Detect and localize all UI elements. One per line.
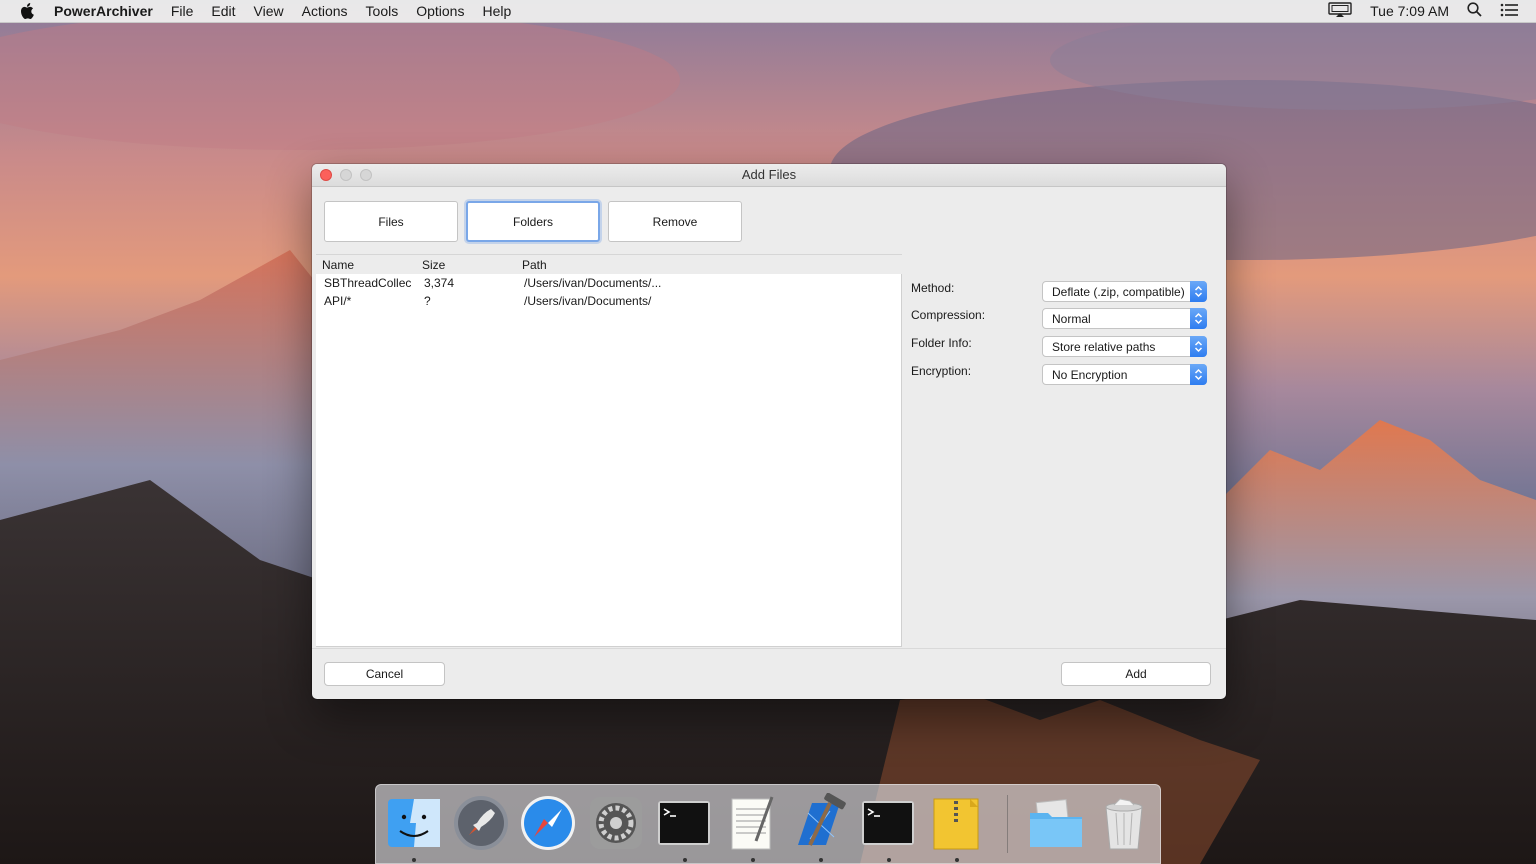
menu-app-name[interactable]: PowerArchiver <box>54 3 153 19</box>
table-row[interactable]: SBThreadCollec 3,374 /Users/ivan/Documen… <box>316 274 901 292</box>
folders-button[interactable]: Folders <box>466 201 600 242</box>
window-title: Add Files <box>741 167 797 182</box>
chevron-updown-icon <box>1190 281 1207 302</box>
running-indicator <box>683 858 687 862</box>
cell-path: /Users/ivan/Documents/ <box>524 294 652 308</box>
menu-edit[interactable]: Edit <box>211 3 235 19</box>
method-label: Method: <box>911 281 955 295</box>
column-header-name[interactable]: Name <box>322 258 354 272</box>
chevron-updown-icon <box>1190 364 1207 385</box>
cancel-button[interactable]: Cancel <box>324 662 445 686</box>
encryption-select[interactable]: No Encryption <box>1042 364 1207 385</box>
compression-value: Normal <box>1052 312 1091 326</box>
trash-icon[interactable] <box>1094 793 1154 853</box>
cell-size: 3,374 <box>424 276 455 290</box>
column-header-path[interactable]: Path <box>522 258 547 272</box>
menu-tools[interactable]: Tools <box>366 3 399 19</box>
textedit-icon[interactable] <box>722 793 782 853</box>
folder-info-select[interactable]: Store relative paths <box>1042 336 1207 357</box>
airplay-display-icon[interactable] <box>1328 1 1352 21</box>
spotlight-search-icon[interactable] <box>1467 2 1482 20</box>
dock-divider <box>1007 795 1008 853</box>
add-files-window: Add Files Files Folders Remove Name Size… <box>312 164 1226 699</box>
encryption-label: Encryption: <box>911 364 972 378</box>
archive-utility-icon[interactable] <box>926 793 986 853</box>
folder-info-label: Folder Info: <box>911 336 972 350</box>
method-select[interactable]: Deflate (.zip, compatible) <box>1042 281 1207 302</box>
encryption-value: No Encryption <box>1052 368 1128 382</box>
menu-file[interactable]: File <box>171 3 194 19</box>
menu-view[interactable]: View <box>254 3 284 19</box>
running-indicator <box>887 858 891 862</box>
terminal-icon[interactable] <box>654 793 714 853</box>
compression-select[interactable]: Normal <box>1042 308 1207 329</box>
system-preferences-icon[interactable] <box>586 793 646 853</box>
compression-label: Compression: <box>911 308 986 322</box>
downloads-folder-icon[interactable] <box>1026 793 1086 853</box>
table-header: Name Size Path <box>316 255 902 274</box>
menu-bar: PowerArchiver File Edit View Actions Too… <box>0 0 1536 23</box>
dock <box>375 784 1161 864</box>
terminal-icon[interactable] <box>858 793 918 853</box>
running-indicator <box>955 858 959 862</box>
table-row[interactable]: API/* ? /Users/ivan/Documents/ <box>316 292 901 310</box>
xcode-icon[interactable] <box>790 792 850 853</box>
safari-icon[interactable] <box>518 793 578 853</box>
footer-divider <box>312 648 1226 649</box>
folder-info-value: Store relative paths <box>1052 340 1156 354</box>
cell-size: ? <box>424 294 431 308</box>
chevron-updown-icon <box>1190 336 1207 357</box>
running-indicator <box>751 858 755 862</box>
menu-clock[interactable]: Tue 7:09 AM <box>1370 3 1449 19</box>
menu-help[interactable]: Help <box>482 3 511 19</box>
chevron-updown-icon <box>1190 308 1207 329</box>
method-value: Deflate (.zip, compatible) <box>1052 285 1185 299</box>
launchpad-icon[interactable] <box>451 793 511 853</box>
menu-actions[interactable]: Actions <box>302 3 348 19</box>
cell-name: API/* <box>324 294 352 308</box>
notification-center-icon[interactable] <box>1500 3 1518 20</box>
menu-bar-status-area: Tue 7:09 AM <box>1328 0 1536 22</box>
finder-icon[interactable] <box>384 793 444 853</box>
column-header-size[interactable]: Size <box>422 258 445 272</box>
window-title-bar[interactable]: Add Files <box>312 164 1226 187</box>
running-indicator <box>819 858 823 862</box>
add-button[interactable]: Add <box>1061 662 1211 686</box>
files-button[interactable]: Files <box>324 201 458 242</box>
cell-path: /Users/ivan/Documents/... <box>524 276 662 290</box>
apple-menu-icon[interactable] <box>16 0 38 22</box>
remove-button[interactable]: Remove <box>608 201 742 242</box>
cell-name: SBThreadCollec <box>324 276 412 290</box>
file-list-table[interactable]: Name Size Path SBThreadCollec 3,374 /Use… <box>316 255 902 647</box>
running-indicator <box>412 858 416 862</box>
table-body[interactable]: SBThreadCollec 3,374 /Users/ivan/Documen… <box>316 274 902 647</box>
menu-options[interactable]: Options <box>416 3 464 19</box>
